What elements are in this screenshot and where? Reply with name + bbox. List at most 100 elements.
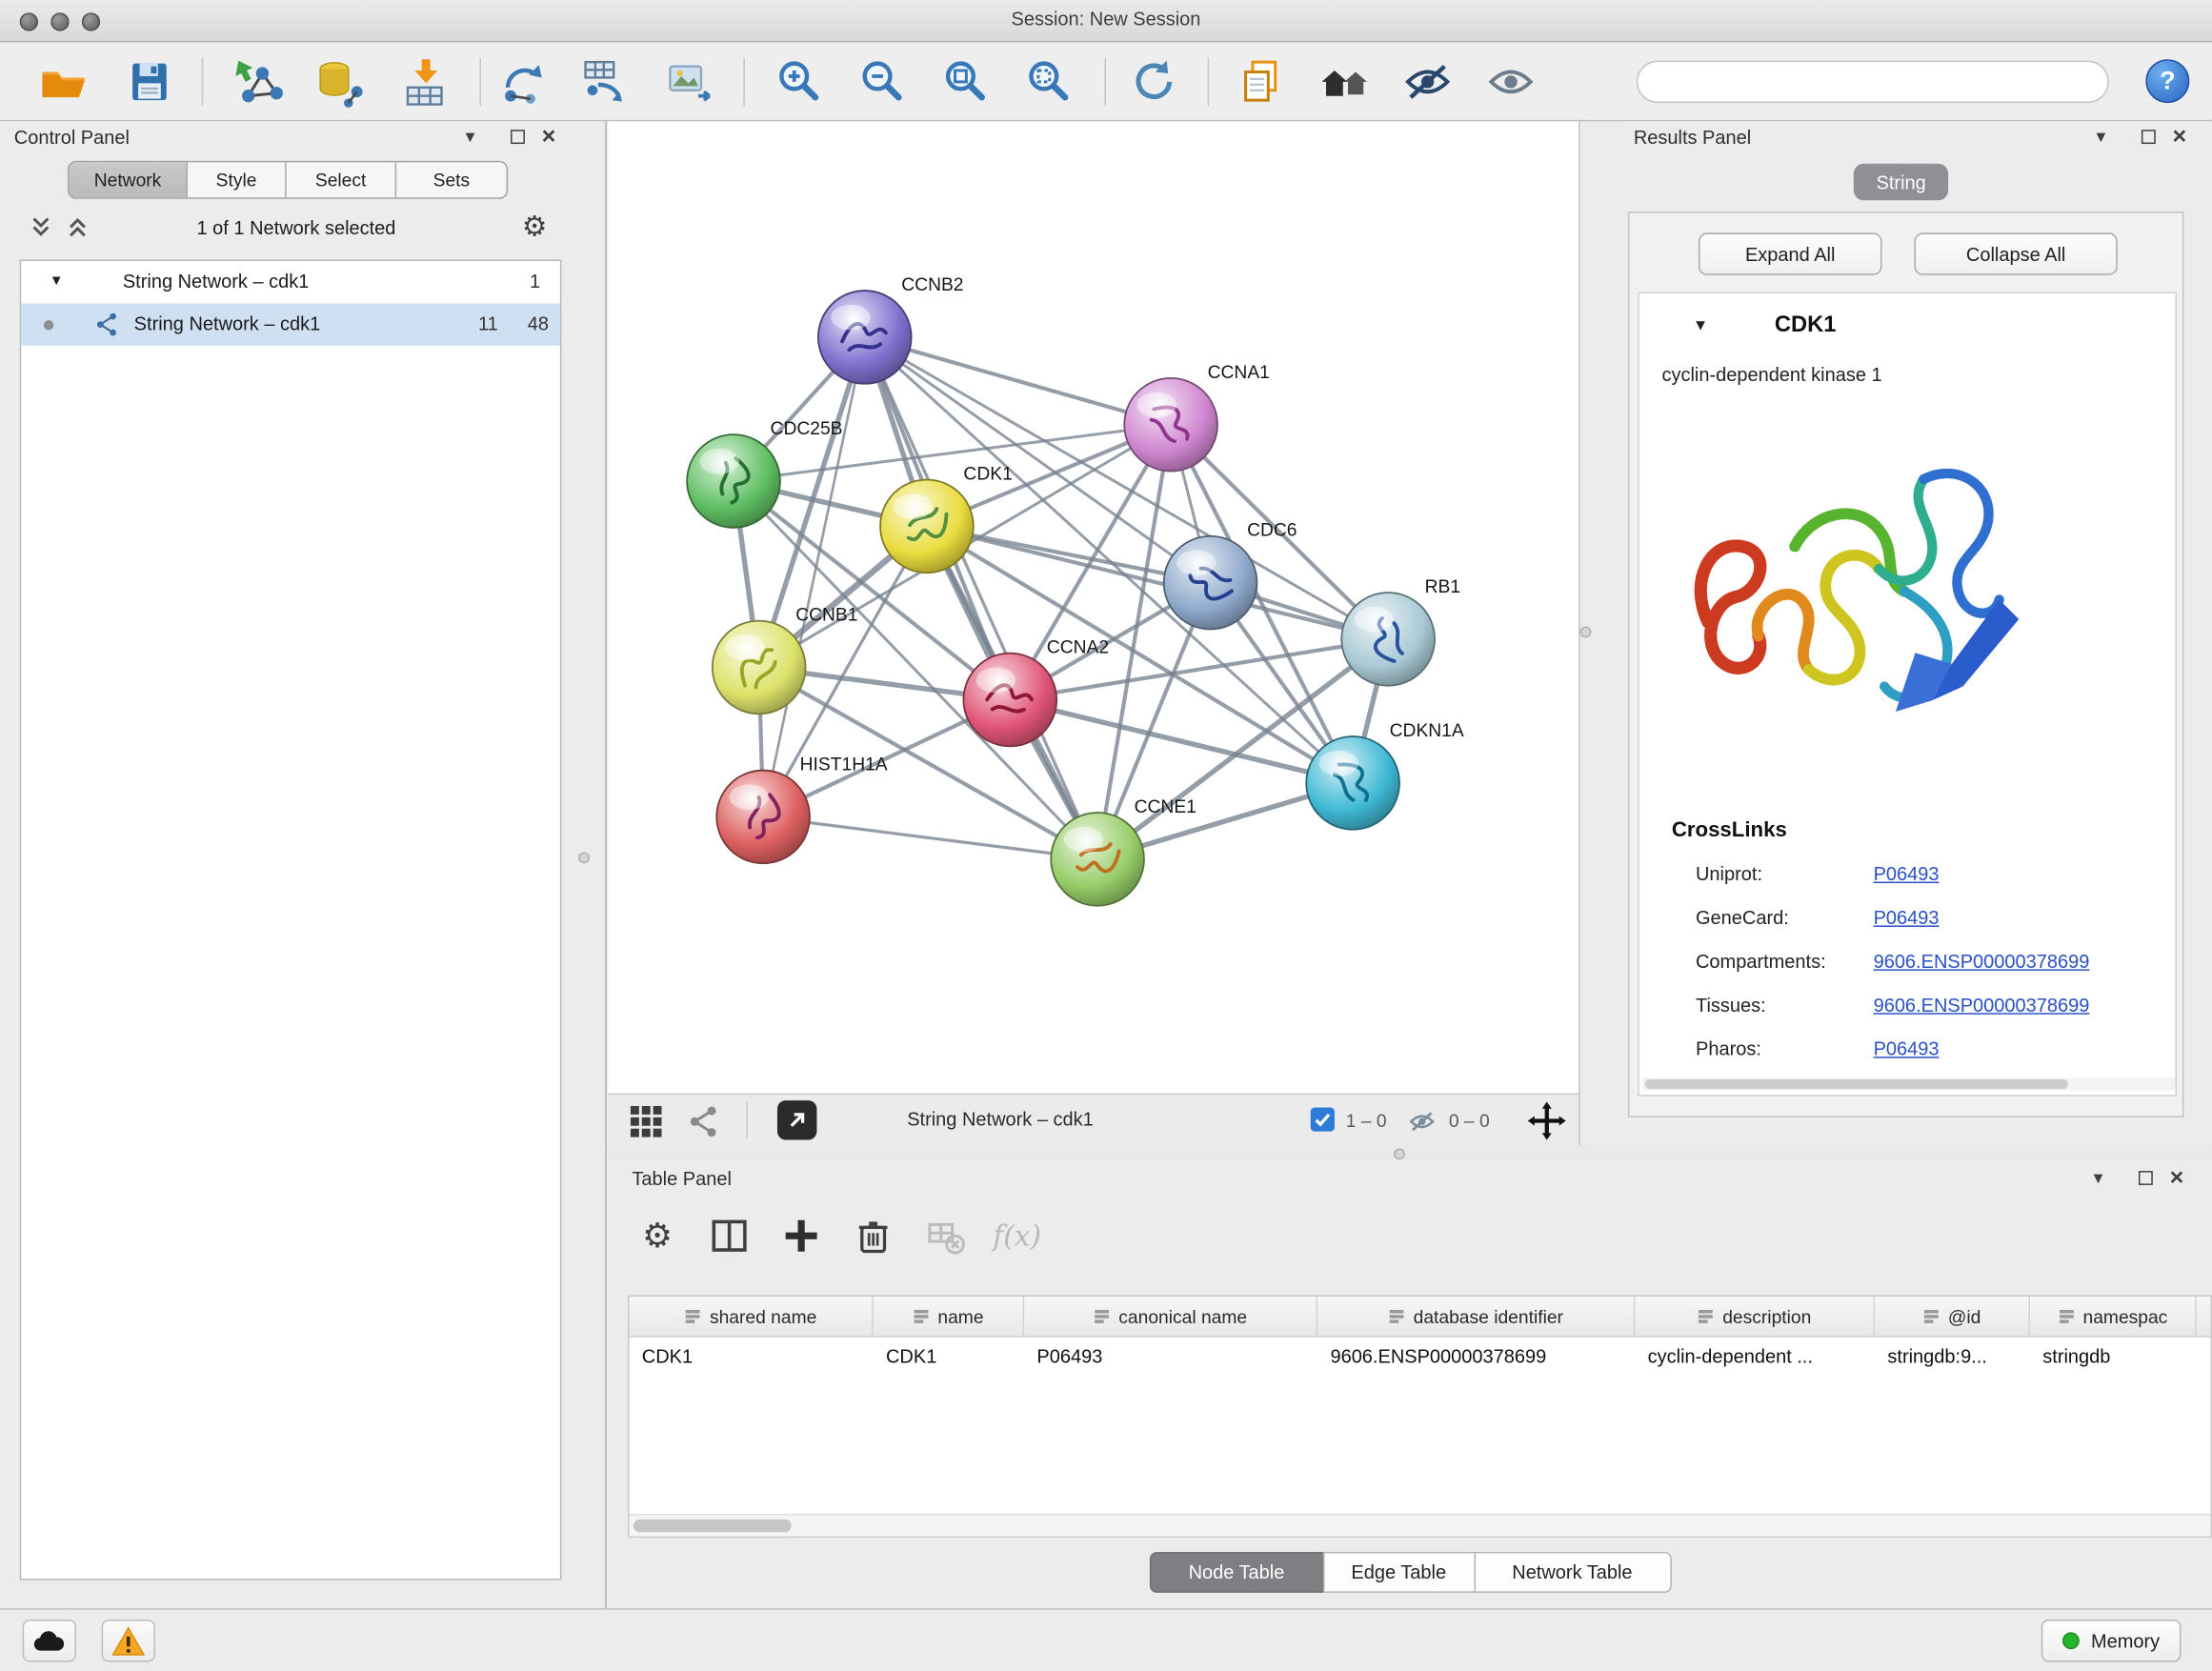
table-cell[interactable]: 9606.ENSP00000378699 (1317, 1338, 1635, 1376)
search-input[interactable] (1637, 61, 2109, 103)
import-network-database-button[interactable] (313, 53, 370, 110)
maximize-panel-icon[interactable] (511, 130, 525, 144)
crosslink-value-link[interactable]: P06493 (1874, 1038, 1940, 1059)
table-cell[interactable]: P06493 (1024, 1338, 1317, 1376)
zoom-in-button[interactable] (772, 53, 828, 110)
export-image-button[interactable] (662, 53, 718, 110)
column-header-namespac[interactable]: namespac (2030, 1297, 2197, 1336)
tab-network-table[interactable]: Network Table (1474, 1552, 1671, 1593)
disclosure-triangle-icon[interactable]: ▼ (1693, 317, 1708, 334)
memory-button[interactable]: Memory (2041, 1620, 2181, 1661)
tab-network[interactable]: Network (70, 162, 188, 197)
splitter-handle[interactable] (1394, 1148, 1405, 1159)
warnings-button[interactable] (102, 1620, 155, 1661)
edge-CDK1-RB1[interactable] (927, 526, 1388, 638)
node-CDK1[interactable] (880, 479, 974, 573)
open-session-button[interactable] (35, 53, 91, 110)
pan-move-icon[interactable] (1528, 1102, 1566, 1140)
table-settings-button[interactable]: ⚙ (632, 1211, 682, 1261)
hidden-eye-slash-icon[interactable] (1406, 1106, 1438, 1137)
tab-select[interactable]: Select (287, 162, 397, 197)
zoom-selected-button[interactable] (1021, 53, 1077, 110)
column-header-name[interactable]: name (874, 1297, 1024, 1336)
expand-all-button[interactable]: Expand All (1699, 232, 1882, 274)
zoom-fit-button[interactable] (938, 53, 995, 110)
node-CCNA2[interactable] (963, 654, 1056, 747)
node-CDKN1A[interactable] (1306, 736, 1399, 830)
table-row[interactable]: CDK1CDK1P064939606.ENSP00000378699cyclin… (629, 1338, 2210, 1376)
hide-selected-button[interactable] (1399, 53, 1456, 110)
import-network-file-button[interactable] (231, 53, 288, 110)
cloud-button[interactable] (23, 1620, 76, 1661)
close-panel-icon[interactable]: × (542, 127, 556, 147)
node-CCNA1[interactable] (1124, 378, 1217, 472)
table-cell[interactable]: CDK1 (874, 1338, 1024, 1376)
close-panel-icon[interactable]: × (2170, 1168, 2184, 1188)
close-panel-icon[interactable]: × (2173, 127, 2187, 147)
column-header-canonical-name[interactable]: canonical name (1024, 1297, 1317, 1336)
crosslink-value-link[interactable]: 9606.ENSP00000378699 (1874, 995, 2090, 1016)
home-button[interactable] (1317, 53, 1373, 110)
tab-style[interactable]: Style (188, 162, 287, 197)
network-canvas[interactable]: CCNB2CCNA1CDC25BCDK1CDC6RB1CCNB1CCNA2CDK… (608, 121, 1579, 1093)
network-from-table-button[interactable] (578, 53, 634, 110)
float-panel-icon[interactable]: ▾ (2097, 127, 2106, 145)
float-panel-icon[interactable]: ▾ (466, 127, 475, 145)
horizontal-splitter[interactable] (608, 1145, 2212, 1159)
table-cell[interactable]: stringdb (2030, 1338, 2197, 1376)
table-cell[interactable]: cyclin-dependent ... (1635, 1338, 1875, 1376)
edge-HIST1H1A-CCNE1[interactable] (763, 816, 1097, 858)
export-view-button[interactable] (777, 1100, 816, 1139)
column-header--id[interactable]: @id (1875, 1297, 2030, 1336)
column-header-shared-name[interactable]: shared name (629, 1297, 873, 1336)
network-tree-root-row[interactable]: ▼ String Network – cdk1 1 (21, 261, 560, 303)
tab-node-table[interactable]: Node Table (1149, 1552, 1324, 1593)
node-CCNB2[interactable] (818, 291, 912, 384)
node-CDC6[interactable] (1164, 536, 1257, 630)
gear-icon[interactable]: ⚙ (522, 209, 548, 243)
new-network-button[interactable] (496, 53, 553, 110)
node-CCNE1[interactable] (1051, 813, 1144, 906)
column-header-description[interactable]: description (1635, 1297, 1875, 1336)
crosslinks-title: CrossLinks (1672, 818, 1787, 842)
node-CDC25B[interactable] (687, 434, 780, 528)
disclosure-triangle-icon[interactable]: ▼ (50, 273, 64, 289)
zoom-out-button[interactable] (855, 53, 911, 110)
delete-column-button[interactable] (848, 1211, 898, 1261)
apply-layout-button[interactable] (1126, 53, 1182, 110)
crosslink-value-link[interactable]: P06493 (1874, 863, 1940, 884)
tab-sets[interactable]: Sets (396, 162, 507, 197)
save-session-button[interactable] (121, 53, 177, 110)
maximize-panel-icon[interactable] (2139, 1171, 2153, 1185)
show-columns-button[interactable] (704, 1211, 754, 1261)
grid-view-icon[interactable] (628, 1103, 665, 1140)
float-panel-icon[interactable]: ▾ (2094, 1168, 2103, 1186)
table-cell[interactable]: stringdb:9... (1875, 1338, 2030, 1376)
node-HIST1H1A[interactable] (716, 771, 810, 864)
edge-CCNB2-HIST1H1A[interactable] (763, 337, 865, 816)
network-tree-child-row[interactable]: String Network – cdk1 11 48 (21, 303, 560, 345)
node-RB1[interactable] (1341, 593, 1435, 686)
splitter-handle[interactable] (1580, 627, 1592, 638)
collapse-all-button[interactable]: Collapse All (1915, 232, 2118, 274)
save-icon (121, 53, 177, 110)
selected-checkbox-icon[interactable] (1311, 1107, 1335, 1131)
import-table-button[interactable] (396, 53, 452, 110)
tab-edge-table[interactable]: Edge Table (1322, 1552, 1475, 1593)
create-column-button[interactable] (775, 1211, 826, 1261)
show-all-button[interactable] (1482, 53, 1538, 110)
node-CCNB1[interactable] (713, 621, 806, 715)
table-horizontal-scrollbar[interactable] (629, 1514, 2210, 1537)
splitter-handle[interactable] (578, 852, 590, 863)
crosslink-value-link[interactable]: P06493 (1874, 907, 1940, 928)
results-horizontal-scrollbar[interactable] (1642, 1077, 2176, 1090)
column-header-database-identifier[interactable]: database identifier (1317, 1297, 1635, 1336)
tab-string[interactable]: String (1854, 164, 1949, 201)
crosslink-value-link[interactable]: 9606.ENSP00000378699 (1874, 951, 2090, 972)
table-cell[interactable]: CDK1 (629, 1338, 873, 1376)
edge-CCNB2-CCNE1[interactable] (865, 337, 1097, 859)
help-button[interactable]: ? (2145, 59, 2189, 103)
network-overview-icon[interactable] (687, 1105, 721, 1139)
maximize-panel-icon[interactable] (2142, 130, 2156, 144)
copy-button[interactable] (1233, 53, 1289, 110)
